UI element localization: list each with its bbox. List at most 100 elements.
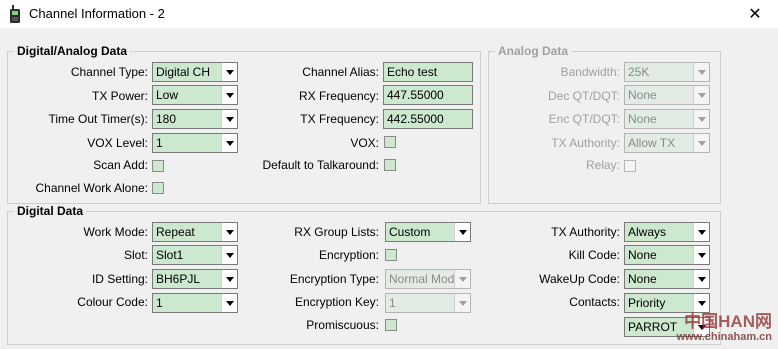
encryption-checkbox[interactable] (385, 249, 397, 261)
default-talkaround-checkbox[interactable] (384, 159, 396, 171)
id-setting-select[interactable]: BH6PJL (152, 269, 238, 289)
channel-alias-label: Channel Alias: (302, 65, 379, 79)
encryption-key-value: 1 (389, 296, 396, 310)
channel-alias-input[interactable]: Echo test (383, 62, 473, 82)
digital-tx-authority-value: Always (628, 225, 667, 239)
enc-qt-dqt-label: Enc QT/DQT: (548, 112, 620, 126)
promiscuous-label: Promiscuous: (306, 318, 379, 332)
close-button[interactable]: ✕ (732, 0, 778, 28)
chevron-down-icon[interactable] (454, 223, 470, 241)
time-out-timer-label: Time Out Timer(s): (48, 112, 148, 126)
channel-type-select[interactable]: Digital CH (152, 62, 238, 82)
chevron-down-icon[interactable] (221, 223, 237, 241)
encryption-key-select: 1 (385, 293, 471, 313)
encryption-key-label: Encryption Key: (294, 295, 379, 309)
chevron-down-icon[interactable] (693, 294, 709, 312)
colour-code-label: Colour Code: (77, 295, 148, 309)
analog-tx-authority-label: TX Authority: (551, 136, 620, 150)
encryption-type-value: Normal Mode (389, 272, 462, 286)
slot-value: Slot1 (156, 248, 184, 262)
chevron-down-icon[interactable] (221, 294, 237, 312)
relay-checkbox (624, 160, 636, 172)
chevron-down-icon[interactable] (221, 134, 237, 152)
tx-power-select[interactable]: Low (152, 85, 238, 105)
chevron-down-icon[interactable] (693, 223, 709, 241)
chevron-down-icon[interactable] (221, 63, 237, 81)
promiscuous-checkbox[interactable] (385, 319, 397, 331)
default-talkaround-label: Default to Talkaround: (262, 158, 379, 172)
chevron-down-icon[interactable] (693, 270, 709, 288)
chevron-down-icon (693, 86, 709, 104)
work-mode-select[interactable]: Repeat (152, 222, 238, 242)
bandwidth-value: 25K (628, 65, 650, 79)
time-out-timer-select[interactable]: 180 (152, 109, 238, 129)
chevron-down-icon[interactable] (221, 270, 237, 288)
contacts-value: Priority (628, 296, 666, 310)
kill-code-label: Kill Code: (568, 248, 620, 262)
bandwidth-select: 25K (624, 62, 710, 82)
wakeup-code-label: WakeUp Code: (539, 272, 620, 286)
scan-add-label: Scan Add: (93, 158, 148, 172)
id-setting-value: BH6PJL (156, 272, 201, 286)
chevron-down-icon (693, 63, 709, 81)
analog-tx-authority-value: Allow TX (628, 136, 676, 150)
digital-analog-group-title: Digital/Analog Data (14, 44, 131, 58)
close-icon: ✕ (748, 6, 762, 23)
id-setting-label: ID Setting: (91, 272, 148, 286)
tx-frequency-label: TX Frequency: (300, 112, 379, 126)
enc-qt-dqt-value: None (628, 112, 657, 126)
tx-power-value: Low (156, 88, 179, 102)
colour-code-value: 1 (156, 296, 163, 310)
dec-qt-dqt-label: Dec QT/DQT: (547, 89, 620, 103)
channel-work-alone-checkbox[interactable] (152, 182, 164, 194)
rx-frequency-label: RX Frequency: (298, 89, 379, 103)
rx-frequency-input[interactable]: 447.55000 (383, 85, 473, 105)
enc-qt-dqt-select: None (624, 109, 710, 129)
encryption-type-label: Encryption Type: (289, 272, 379, 286)
window-title: Channel Information - 2 (29, 6, 165, 21)
tx-frequency-input[interactable]: 442.55000 (383, 109, 473, 129)
vox-checkbox[interactable] (384, 136, 396, 148)
rx-group-lists-select[interactable]: Custom (385, 222, 471, 242)
vox-level-value: 1 (156, 136, 163, 150)
watermark-logo-text: 中国HAN网 (684, 312, 772, 331)
tx-power-label: TX Power: (91, 89, 148, 103)
work-mode-label: Work Mode: (83, 225, 148, 239)
rx-group-lists-label: RX Group Lists: (294, 225, 379, 239)
slot-select[interactable]: Slot1 (152, 245, 238, 265)
wakeup-code-select[interactable]: None (624, 269, 710, 289)
vox-label: VOX: (350, 136, 379, 150)
chevron-down-icon[interactable] (221, 86, 237, 104)
vox-level-select[interactable]: 1 (152, 133, 238, 153)
kill-code-select[interactable]: None (624, 245, 710, 265)
relay-label: Relay: (585, 158, 620, 172)
slot-label: Slot: (123, 248, 148, 262)
bandwidth-label: Bandwidth: (560, 65, 620, 79)
digital-group-title: Digital Data (14, 204, 87, 218)
channel-work-alone-label: Channel Work Alone: (35, 181, 148, 195)
encryption-label: Encryption: (318, 248, 379, 262)
chevron-down-icon (693, 110, 709, 128)
watermark-url-text: www.chinaham.cn (676, 331, 772, 343)
digital-tx-authority-label: TX Authority: (551, 225, 620, 239)
analog-tx-authority-select: Allow TX (624, 133, 710, 153)
contacts-select[interactable]: Priority (624, 293, 710, 313)
rx-group-lists-value: Custom (389, 225, 431, 239)
channel-type-value: Digital CH (156, 65, 211, 79)
digital-tx-authority-select[interactable]: Always (624, 222, 710, 242)
time-out-timer-value: 180 (156, 112, 177, 126)
dec-qt-dqt-value: None (628, 88, 657, 102)
chevron-down-icon[interactable] (221, 110, 237, 128)
title-bar: Channel Information - 2 ✕ (0, 0, 778, 28)
kill-code-value: None (628, 248, 657, 262)
analog-group-title: Analog Data (495, 44, 572, 58)
chevron-down-icon[interactable] (221, 246, 237, 264)
chevron-down-icon (693, 134, 709, 152)
dec-qt-dqt-select: None (624, 85, 710, 105)
chevron-down-icon (454, 294, 470, 312)
chevron-down-icon[interactable] (693, 246, 709, 264)
vox-level-label: VOX Level: (87, 136, 148, 150)
colour-code-select[interactable]: 1 (152, 293, 238, 313)
scan-add-checkbox[interactable] (152, 160, 164, 172)
radio-app-icon (10, 5, 20, 23)
